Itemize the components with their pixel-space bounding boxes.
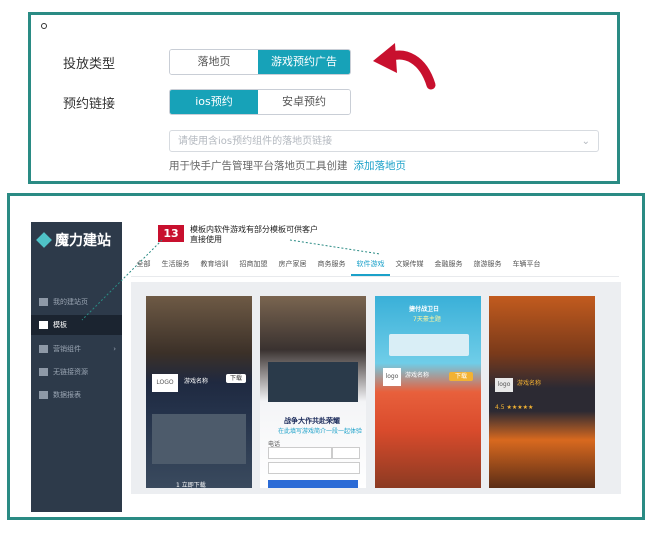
- sidebar-item-reports[interactable]: 数据报表: [31, 385, 122, 405]
- card-subtitle: 7天豪主题: [413, 316, 441, 323]
- ad-form-panel: 投放类型 落地页 游戏预约广告 预约链接 ios预约 安卓预约 请使用含ios预…: [28, 12, 620, 184]
- reservation-link-label: 预约链接: [63, 97, 116, 112]
- placement-type-label: 投放类型: [63, 57, 116, 72]
- tab-life[interactable]: 生活服务: [156, 254, 195, 276]
- card-logo: logo: [383, 368, 401, 386]
- tab-software-games[interactable]: 软件游戏: [351, 254, 390, 276]
- tab-travel[interactable]: 旅游服务: [468, 254, 507, 276]
- card-rating: 4.5 ★★★★★: [495, 404, 534, 411]
- card-game-name: 游戏名称: [184, 378, 209, 385]
- chart-icon: [39, 391, 48, 399]
- template-card[interactable]: 战争大作共赴荣耀 在此填写游戏简介一段一起体验 电话: [260, 296, 366, 488]
- tab-vehicles[interactable]: 车辆平台: [507, 254, 546, 276]
- card-download-button[interactable]: 下载: [226, 374, 246, 383]
- landing-page-select[interactable]: 请使用含ios预约组件的落地页链接 ⌄: [169, 130, 599, 152]
- chevron-right-icon: ›: [113, 345, 116, 353]
- resource-icon: [39, 368, 48, 376]
- tab-education[interactable]: 教育培训: [195, 254, 234, 276]
- card-extra: 1 立即下载: [176, 482, 206, 488]
- bullet-dot: [41, 23, 47, 29]
- template-card[interactable]: 捷付战卫日 7天豪主题 logo 游戏名称 下载: [375, 296, 481, 488]
- template-icon: [39, 321, 48, 329]
- card-subtitle: 在此填写游戏简介一段一起体验: [278, 428, 363, 435]
- card-title: 捷付战卫日: [409, 306, 440, 313]
- sidebar-item-marketing[interactable]: 营销组件 ›: [31, 339, 122, 359]
- card-headline: 战争大作共赴荣耀: [284, 417, 340, 425]
- card-screenshot: [152, 414, 246, 464]
- home-icon: [39, 298, 48, 306]
- option-android-reservation[interactable]: 安卓预约: [258, 90, 350, 114]
- option-game-reservation-ad[interactable]: 游戏预约广告: [258, 50, 350, 74]
- add-landing-page-link[interactable]: 添加落地页: [354, 160, 407, 172]
- card-game-name: 游戏名称: [405, 372, 430, 379]
- card-download-button[interactable]: 下载: [449, 372, 473, 381]
- tab-finance[interactable]: 金融服务: [429, 254, 468, 276]
- sidebar-item-label: 营销组件: [53, 345, 81, 353]
- card-logo: LOGO: [152, 374, 178, 392]
- card-submit-button[interactable]: [268, 480, 358, 488]
- chevron-down-icon: ⌄: [581, 136, 590, 147]
- tab-franchise[interactable]: 招商加盟: [234, 254, 273, 276]
- card-game-name: 游戏名称: [517, 380, 542, 387]
- option-ios-reservation[interactable]: ios预约: [170, 90, 258, 114]
- card-banner: [268, 362, 358, 402]
- placement-type-toggle: 落地页 游戏预约广告: [169, 49, 351, 75]
- cube-icon: [36, 232, 52, 248]
- tab-realestate[interactable]: 房产家居: [273, 254, 312, 276]
- select-placeholder: 请使用含ios预约组件的落地页链接: [178, 136, 333, 147]
- tab-media[interactable]: 文娱传媒: [390, 254, 429, 276]
- sidebar-item-label: 数据报表: [53, 391, 81, 399]
- card-logo: logo: [495, 378, 513, 392]
- red-arrow-icon: [373, 43, 436, 90]
- reservation-link-toggle: ios预约 安卓预约: [169, 89, 351, 115]
- card-code-button[interactable]: [332, 447, 360, 459]
- option-landing-page[interactable]: 落地页: [170, 50, 258, 74]
- sidebar-item-resources[interactable]: 无链接资源: [31, 362, 122, 382]
- category-tabs: 全部 生活服务 教育培训 招商加盟 房产家居 商务服务 软件游戏 文娱传媒 金融…: [131, 254, 619, 277]
- template-card[interactable]: LOGO 游戏名称 下载 1 立即下载: [146, 296, 252, 488]
- hint-row: 用于快手广告管理平台落地页工具创建 添加落地页: [169, 158, 406, 173]
- sidebar-item-label: 无链接资源: [53, 368, 88, 376]
- hint-text: 用于快手广告管理平台落地页工具创建: [169, 160, 348, 172]
- component-icon: [39, 345, 48, 353]
- card-code-input[interactable]: [268, 462, 360, 474]
- card-airplane-image: [389, 334, 469, 356]
- template-card[interactable]: logo 游戏名称 4.5 ★★★★★: [489, 296, 595, 488]
- card-phone-input[interactable]: [268, 447, 332, 459]
- sidebar-item-label: 模板: [53, 321, 67, 329]
- tab-business[interactable]: 商务服务: [312, 254, 351, 276]
- tab-all[interactable]: 全部: [131, 254, 156, 276]
